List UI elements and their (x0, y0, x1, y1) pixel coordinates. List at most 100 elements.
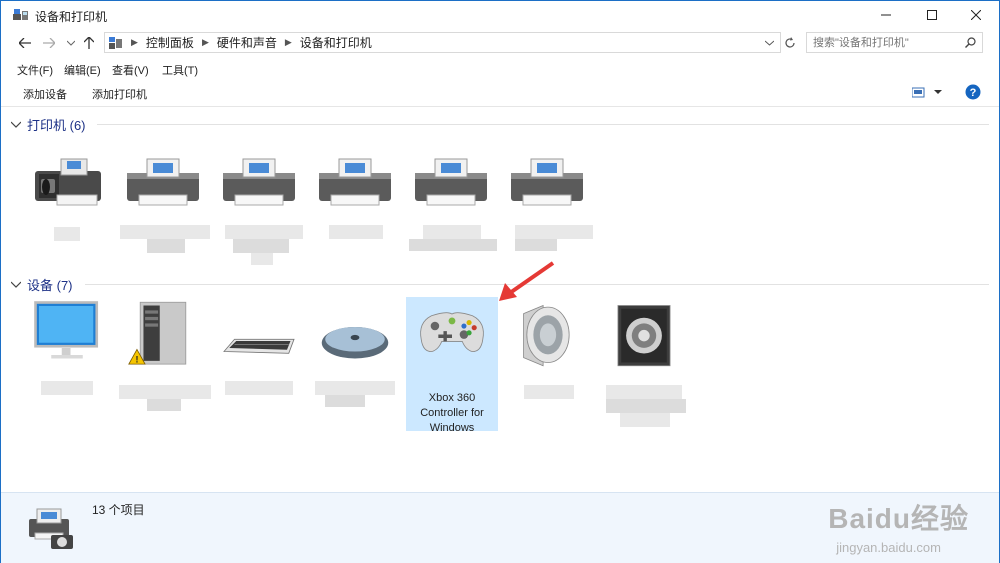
menu-tools[interactable]: 工具(T) (162, 62, 198, 78)
redacted-label (120, 225, 210, 239)
redacted-label (119, 385, 211, 399)
printer-item[interactable] (117, 151, 210, 261)
search-icon[interactable] (965, 37, 976, 48)
add-device-button[interactable]: 添加设备 (23, 86, 67, 102)
window-title: 设备和打印机 (35, 10, 108, 24)
view-options-button[interactable] (911, 87, 942, 101)
breadcrumb-devices-printers[interactable]: 设备和打印机 (300, 34, 372, 51)
menu-edit[interactable]: 编辑(E) (64, 62, 101, 78)
search-input[interactable] (813, 35, 958, 50)
computer-tower-icon: ! (128, 301, 187, 365)
redacted-label (620, 413, 670, 427)
devices-and-printers-window: 设备和打印机 ▶ 控制面板 ▶ 硬件和声音 ▶ 设备和打印机 搜索"设备和打印机… (0, 0, 1000, 563)
device-item[interactable] (21, 299, 113, 399)
close-button[interactable] (953, 1, 999, 29)
view-options-icon (911, 87, 942, 98)
device-item[interactable] (213, 299, 305, 399)
device-item[interactable] (598, 299, 690, 439)
printers-group-title: 打印机 (6) (27, 117, 86, 133)
printers-group-header[interactable]: 打印机 (6) (11, 115, 86, 133)
watermark-url: jingyan.baidu.com (836, 540, 941, 555)
address-dropdown-icon[interactable] (765, 40, 774, 46)
svg-text:!: ! (135, 354, 138, 364)
redacted-label (515, 225, 593, 239)
printer-item[interactable] (405, 151, 497, 261)
device-item[interactable]: ! (117, 299, 211, 419)
printer-item[interactable] (213, 151, 305, 271)
speaker-box-icon (617, 305, 671, 367)
command-bar: 添加设备 添加打印机 ? (1, 79, 999, 107)
mouse-icon (321, 327, 389, 359)
redacted-label (225, 225, 303, 239)
printers-group-divider (97, 124, 989, 125)
content-area: 打印机 (6) 设备 (7) ! Xbox 360 Controller for… (1, 107, 999, 491)
redacted-label (515, 239, 557, 251)
address-row: ▶ 控制面板 ▶ 硬件和声音 ▶ 设备和打印机 (1, 30, 999, 56)
forward-arrow-icon (43, 38, 55, 48)
refresh-icon (785, 37, 795, 48)
devices-printers-icon (13, 9, 28, 20)
search-box[interactable] (806, 32, 983, 53)
device-item[interactable] (502, 299, 594, 399)
status-bar: 13 个项目 Baidu经验 jingyan.baidu.com (1, 492, 999, 563)
chevron-down-icon (11, 281, 21, 288)
up-arrow-icon (84, 37, 94, 49)
maximize-icon (927, 10, 937, 20)
printer-icon (415, 158, 487, 206)
device-label-line: Xbox 360 (428, 392, 476, 404)
recent-locations-button[interactable] (63, 35, 79, 51)
printer-item[interactable] (309, 151, 401, 251)
menu-view[interactable]: 查看(V) (112, 62, 149, 78)
redacted-label (225, 381, 293, 395)
devices-group-title: 设备 (7) (27, 277, 73, 293)
printer-icon (127, 158, 199, 206)
refresh-button[interactable] (782, 35, 798, 51)
redacted-label (251, 253, 273, 265)
breadcrumb-separator-icon: ▶ (201, 37, 209, 47)
redacted-label (41, 381, 93, 395)
watermark-brand: Baidu经验 (828, 503, 969, 534)
redacted-label (329, 225, 383, 239)
forward-button[interactable] (41, 35, 57, 51)
printer-item[interactable] (501, 151, 593, 261)
printer-icon (511, 158, 583, 206)
redacted-label (315, 381, 395, 395)
title-bar: 设备和打印机 (1, 1, 999, 29)
device-item[interactable] (309, 299, 401, 419)
minimize-button[interactable] (863, 1, 909, 29)
menu-file[interactable]: 文件(F) (17, 62, 53, 78)
xbox-controller-item[interactable]: Xbox 360 Controller for Windows (406, 297, 498, 434)
gamepad-icon (420, 312, 484, 353)
breadcrumb-hardware-sound[interactable]: 硬件和声音 (217, 34, 277, 51)
annotation-arrow-icon (499, 261, 555, 301)
item-count: 13 个项目 (92, 503, 145, 517)
up-button[interactable] (81, 35, 97, 51)
address-bar[interactable]: ▶ 控制面板 ▶ 硬件和声音 ▶ 设备和打印机 (104, 32, 781, 53)
redacted-label (147, 239, 185, 253)
back-button[interactable] (17, 35, 33, 51)
redacted-label (606, 399, 686, 413)
breadcrumb-separator-icon: ▶ (284, 37, 292, 47)
breadcrumb-control-panel[interactable]: 控制面板 (146, 34, 194, 51)
speaker-icon (523, 304, 570, 367)
monitor-icon (34, 301, 99, 359)
redacted-label (409, 239, 497, 251)
redacted-label (325, 395, 365, 407)
redacted-label (147, 399, 181, 411)
device-label-line: Controller for (420, 407, 484, 419)
devices-group-header[interactable]: 设备 (7) (11, 275, 73, 293)
printer-item[interactable] (21, 151, 113, 241)
control-panel-icon (109, 36, 122, 49)
fax-printer-icon (35, 158, 101, 206)
add-printer-button[interactable]: 添加打印机 (92, 86, 147, 102)
help-button[interactable]: ? (965, 84, 981, 103)
breadcrumb-separator-icon: ▶ (131, 37, 138, 47)
maximize-button[interactable] (909, 1, 955, 29)
redacted-label (606, 385, 682, 399)
chevron-down-icon (67, 40, 75, 46)
status-printer-camera-icon (29, 508, 73, 549)
svg-text:?: ? (970, 87, 977, 99)
redacted-label (524, 385, 574, 399)
printer-icon (319, 158, 391, 206)
back-arrow-icon (19, 38, 31, 48)
